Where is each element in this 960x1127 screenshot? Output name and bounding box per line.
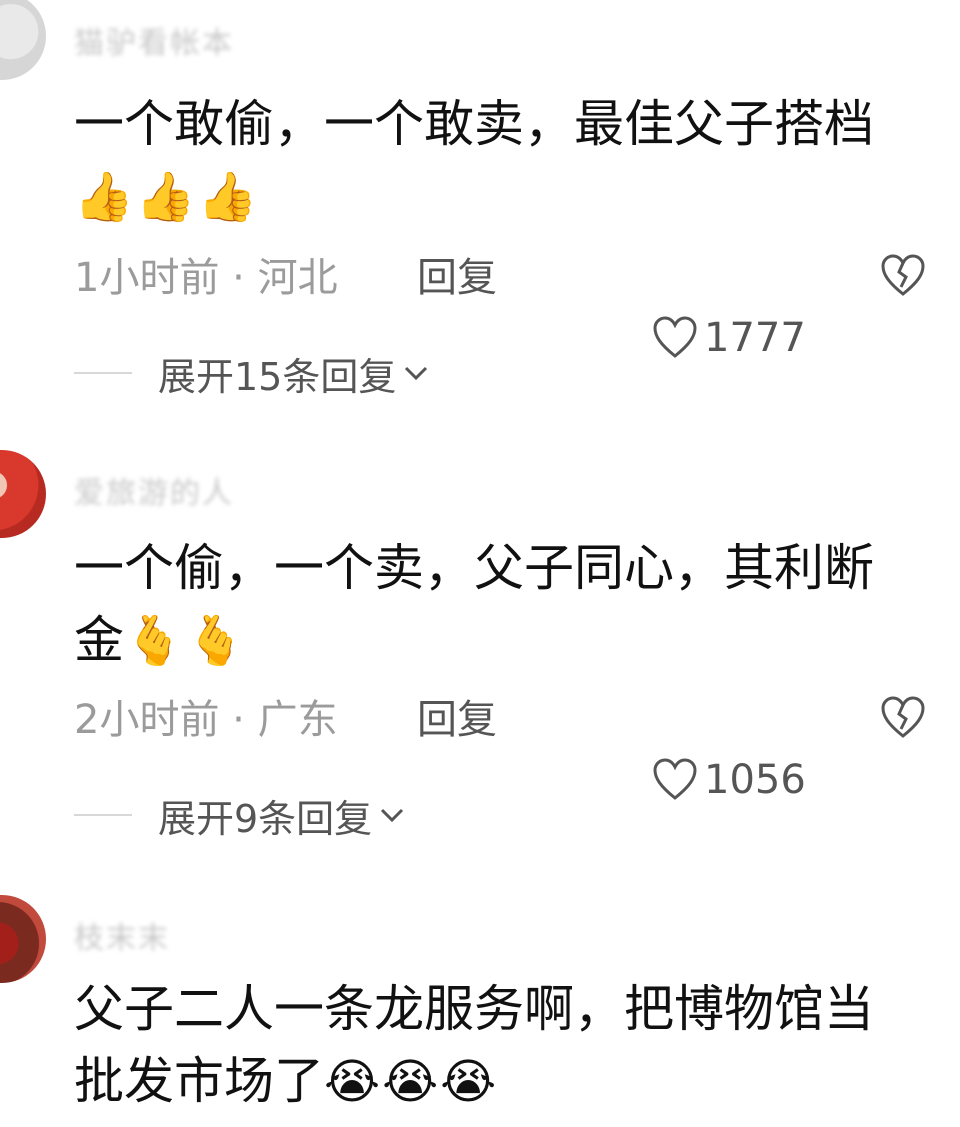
dislike-button[interactable] (880, 254, 926, 315)
time-location: 1小时前 · 河北 (74, 255, 338, 301)
like-count: 1056 (704, 757, 806, 803)
crying-laughing-emoji: 😭😭😭 (324, 1054, 499, 1110)
comment-text: 一个偷，一个卖，父子同心，其利断金🫰🫰 (74, 532, 914, 677)
heart-icon (653, 758, 697, 800)
avatar[interactable] (0, 0, 46, 80)
expand-replies-button[interactable]: 展开15条回复 (74, 348, 430, 399)
dislike-button[interactable] (880, 696, 926, 757)
comment-text: 父子二人一条龙服务啊，把博物馆当批发市场了😭😭😭 (74, 973, 914, 1118)
heart-icon (653, 316, 697, 358)
reply-button[interactable]: 回复 (417, 690, 497, 750)
expand-replies-button[interactable]: 展开9条回复 (74, 790, 406, 841)
username[interactable]: 枝末末 (74, 913, 170, 957)
thumbs-up-emoji: 👍👍👍 (74, 169, 260, 225)
expand-label: 展开9条回复 (158, 796, 373, 841)
divider-line (74, 372, 132, 374)
comment-meta: 1小时前 · 河北 回复 1777 (74, 248, 960, 361)
avatar[interactable] (0, 450, 46, 538)
divider-line (74, 814, 132, 816)
like-button[interactable]: 1056 (652, 750, 806, 810)
broken-heart-icon (881, 696, 925, 738)
like-count: 1777 (704, 315, 806, 361)
broken-heart-icon (881, 254, 925, 296)
comment-body: 一个敢偷，一个敢卖，最佳父子搭档 (74, 95, 874, 153)
username[interactable]: 爱旅游的人 (74, 468, 234, 512)
comment-meta: 2小时前 · 广东 回复 1056 (74, 690, 960, 803)
avatar[interactable] (0, 895, 46, 983)
reply-button[interactable]: 回复 (417, 248, 497, 308)
chevron-down-icon (381, 808, 404, 823)
finger-heart-emoji: 🫰🫰 (124, 613, 248, 669)
comment-text: 一个敢偷，一个敢卖，最佳父子搭档 👍👍👍 (74, 88, 914, 233)
expand-label: 展开15条回复 (158, 354, 397, 399)
username[interactable]: 猫驴看帐本 (74, 18, 234, 62)
chevron-down-icon (405, 366, 428, 381)
like-button[interactable]: 1777 (652, 308, 806, 368)
time-location: 2小时前 · 广东 (74, 697, 338, 743)
